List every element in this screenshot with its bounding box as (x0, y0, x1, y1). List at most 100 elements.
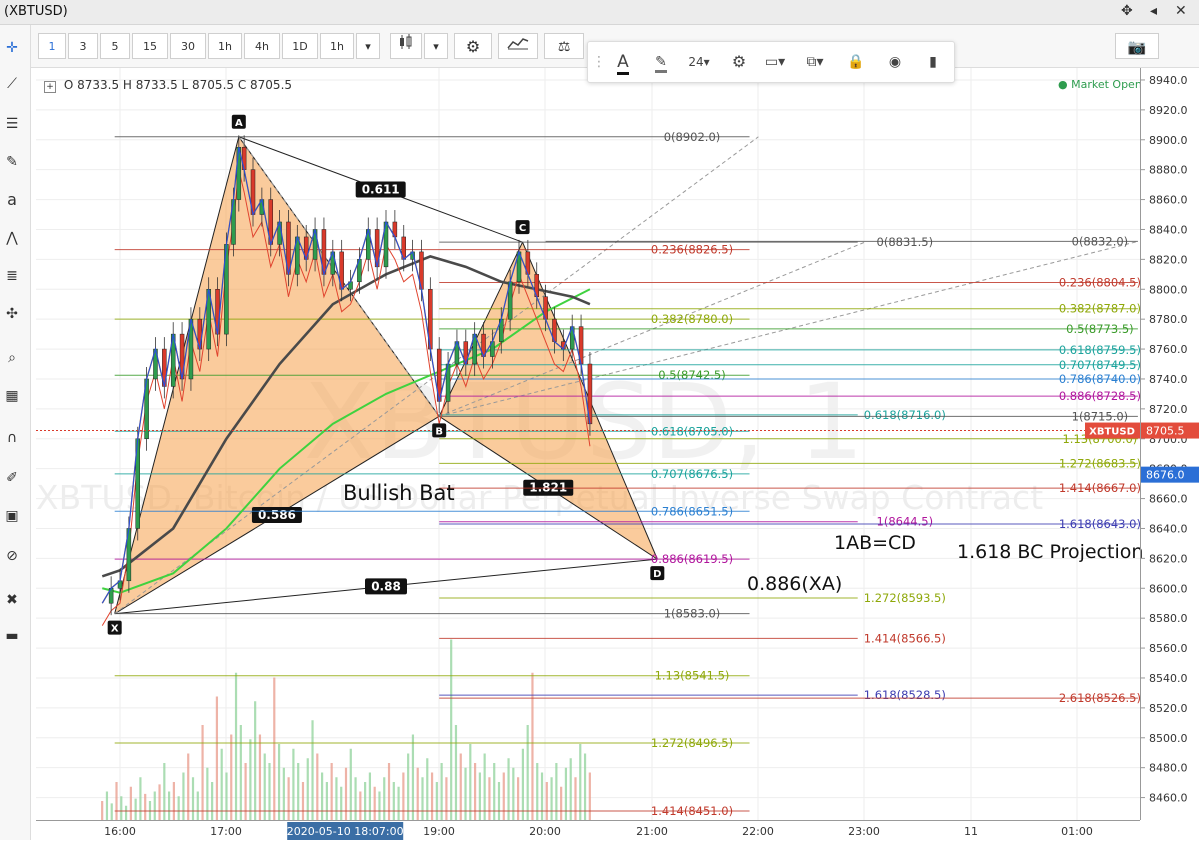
volume-bar (168, 791, 171, 820)
clone-icon[interactable]: ⧉▾ (800, 50, 830, 74)
brush-icon[interactable]: ✎ (0, 149, 24, 175)
volume-bar (407, 753, 410, 820)
expand-legend-icon[interactable]: + (44, 81, 56, 93)
drag-handle-icon[interactable]: ⋮ (592, 50, 606, 74)
volume-bar (402, 772, 405, 820)
volume-bar (258, 734, 262, 820)
interval-1m-button[interactable]: 1 (38, 33, 66, 59)
fib-tool-icon[interactable]: ≣ (0, 263, 24, 289)
chart-type-dropdown-icon[interactable]: ▾ (424, 33, 448, 59)
pencil-lock-icon[interactable]: ✐ (0, 465, 24, 491)
volume-bar (129, 786, 132, 820)
point-label: D (653, 569, 661, 580)
fib-label: 0(8831.5) (877, 235, 934, 249)
trash-icon[interactable]: ▬ (0, 623, 24, 649)
volume-bar (239, 725, 242, 820)
volume-bar (325, 782, 328, 820)
point-label: B (435, 426, 443, 437)
window-titlebar: (XBTUSD) ✥ ◂ ✕ (0, 0, 1199, 25)
fib-label: 0.707(8749.5) (1059, 358, 1140, 372)
camera-icon[interactable]: 📷 (1115, 33, 1159, 59)
volume-bar (383, 777, 386, 820)
interval-15m-button[interactable]: 15 (132, 33, 168, 59)
price-tick-label: 8860.0 (1149, 194, 1188, 207)
horizontal-lines-icon[interactable]: ☰ (0, 111, 24, 137)
price-tick-label: 8660.0 (1149, 493, 1188, 506)
interval-4h-button[interactable]: 4h (244, 33, 280, 59)
volume-bar (502, 772, 505, 820)
interval-dropdown-icon[interactable]: ▾ (356, 33, 380, 59)
volume-bar (397, 786, 400, 820)
settings-gear-icon[interactable]: ⚙ (454, 33, 492, 59)
move-icon[interactable]: ✥ (1121, 3, 1133, 19)
volume-bar (478, 772, 481, 820)
volume-bars (101, 639, 591, 820)
collapse-icon[interactable]: ◂ (1150, 3, 1157, 19)
volume-bar (139, 777, 142, 820)
volume-bar (560, 786, 563, 820)
fib-label: 0.886(8619.5) (651, 552, 733, 566)
measure-icon[interactable]: ▦ (0, 383, 24, 409)
text-color-icon[interactable]: A (608, 50, 638, 75)
delete-drawing-icon[interactable]: ▮ (918, 50, 948, 74)
magnet-icon[interactable]: ∩ (0, 425, 24, 451)
interval-custom-button[interactable]: 1h (320, 33, 354, 59)
price-tick-label: 8740.0 (1149, 373, 1188, 386)
prediction-tool-icon[interactable]: ✣ (0, 301, 24, 327)
zoom-icon[interactable]: ⌕ (0, 345, 24, 371)
hide-drawings-icon[interactable]: ⊘ (0, 543, 24, 569)
market-status: ● Market Open (1058, 78, 1142, 91)
drawing-settings-gear-icon[interactable]: ⚙ (724, 50, 754, 74)
volume-bar (411, 734, 415, 820)
price-tick-label: 8840.0 (1149, 223, 1188, 236)
candles-icon[interactable] (390, 33, 422, 59)
lock-drawing-icon[interactable]: 🔒 (841, 50, 871, 74)
indicators-icon[interactable] (498, 33, 538, 59)
interval-1d-button[interactable]: 1D (282, 33, 318, 59)
trendline-icon[interactable]: ⟋ (0, 71, 24, 97)
visibility-eye-icon[interactable]: ◉ (880, 50, 910, 74)
price-tick-label: 8920.0 (1149, 104, 1188, 117)
interval-1h-button[interactable]: 1h (208, 33, 242, 59)
fib-label: 0.5(8742.5) (658, 368, 726, 382)
fib-label: 1.414(8451.0) (651, 804, 733, 818)
volume-bar (445, 777, 448, 820)
time-axis[interactable]: 16:00 17:00 19:00 20:00 21:00 22:00 23:00 11 01:… (36, 820, 1140, 841)
font-size-select[interactable]: 24▾ (684, 50, 714, 74)
crosshair-icon[interactable]: ✛ (0, 35, 24, 61)
volume-bar (464, 767, 467, 820)
text-tool-icon[interactable]: a (0, 187, 24, 213)
volume-bar (521, 748, 524, 820)
fib-label: 0.786(8651.5) (651, 504, 733, 518)
volume-bar (292, 748, 295, 820)
line-color-icon[interactable]: ✎ (646, 50, 676, 74)
pattern-name-label: Bullish Bat (343, 481, 455, 505)
volume-bar (158, 784, 161, 820)
volume-bar (134, 798, 137, 820)
volume-bar (483, 753, 486, 820)
fib-label: 0.886(8728.5) (1059, 389, 1140, 403)
volume-bar (416, 767, 419, 820)
drawing-properties-toolbar: ⋮ A ✎ 24▾ ⚙ ▭▾ ⧉▾ 🔒 ◉ ▮ (587, 41, 955, 83)
template-icon[interactable]: ▭▾ (760, 50, 790, 74)
interval-30m-button[interactable]: 30 (170, 33, 206, 59)
price-axis[interactable]: 8460.0 8480.0 8500.0 8520.0 8540.0 8560.0 8580… (1140, 68, 1199, 820)
interval-5m-button[interactable]: 5 (100, 33, 130, 59)
close-icon[interactable]: ✕ (1175, 3, 1187, 19)
volume-bar (335, 777, 338, 820)
time-tick-label: 21:00 (636, 825, 668, 838)
xa-level-label: 0.886(XA) (747, 573, 843, 595)
volume-bar (196, 791, 199, 820)
volume-bar (435, 782, 438, 820)
volume-bar (354, 777, 357, 820)
pattern-tool-icon[interactable]: ⋀ (0, 225, 24, 251)
volume-bar (311, 720, 314, 820)
price-chart[interactable]: XBTUSD, 1 XBTUSD, Bitcoin / US Dollar Pe… (36, 68, 1140, 820)
lock-icon[interactable]: ▣ (0, 503, 24, 529)
compare-scale-icon[interactable]: ⚖ (544, 33, 584, 59)
interval-3m-button[interactable]: 3 (68, 33, 98, 59)
volume-bar (220, 748, 223, 820)
price-tick-label: 8900.0 (1149, 134, 1188, 147)
volume-bar (144, 793, 147, 820)
remove-tools-icon[interactable]: ✖ (0, 587, 24, 613)
